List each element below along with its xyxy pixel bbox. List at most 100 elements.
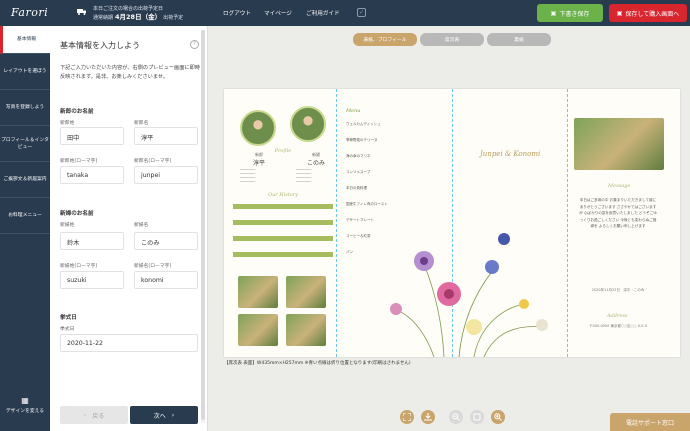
wedding-date-input[interactable]: 2020-11-22: [60, 334, 198, 352]
sidenav-item-greeting[interactable]: ご挨拶文＆新居案内: [0, 162, 50, 198]
message-text: 本日はご多用の中 お集まりいただきまして誠にありがとうございます ささやかではご…: [579, 198, 657, 229]
groom-last-label: 新郎姓: [60, 121, 75, 126]
history-bar: [233, 236, 333, 241]
zoom-in-icon: [494, 413, 502, 421]
menu-heading: Menu: [346, 108, 361, 114]
mypage-link[interactable]: マイページ: [264, 9, 292, 17]
menu-item: 本日の魚料理: [346, 186, 367, 190]
menu-item: デザートプレート: [346, 218, 374, 222]
tab-seating[interactable]: 席次表: [420, 33, 484, 46]
sidenav-item-photo[interactable]: 写真を登録しよう: [0, 90, 50, 126]
help-icon[interactable]: ?: [190, 40, 199, 49]
history-bar: [233, 220, 333, 225]
tab-cover-profile[interactable]: 表紙、プロフィール: [353, 33, 417, 46]
bride-photo: [290, 106, 326, 142]
notice-date: 4月28日（金）: [115, 13, 162, 21]
chevron-left-icon: ‹: [83, 411, 87, 419]
groom-last-roman-input[interactable]: tanaka: [60, 166, 124, 184]
guide-link[interactable]: ご利用ガイド: [306, 9, 340, 17]
download-button[interactable]: [421, 410, 435, 424]
message-heading: Message: [608, 183, 631, 189]
bride-last-label: 新婦姓: [60, 223, 75, 228]
change-design-button[interactable]: ▦ デザインを変える: [0, 396, 50, 431]
notice-prefix: 通常納期: [93, 15, 114, 21]
sidenav-item-menu[interactable]: お料理メニュー: [0, 198, 50, 234]
menu-item: ウェルカムディッシュ: [346, 122, 381, 126]
bride-name-preview: このみ: [306, 160, 325, 167]
groom-section-title: 新郎のお名前: [60, 109, 94, 115]
form-panel: 基本情報を入力しよう ? 下記ご入力いただいた内容が、右側のプレビュー画面に即時…: [50, 26, 208, 431]
download-icon: [424, 413, 432, 421]
date-section-title: 挙式日: [60, 315, 77, 321]
notice-suffix: 出荷予定: [163, 15, 184, 21]
notice-line1: 本日ご注文の場合の出荷予定日: [93, 6, 164, 12]
design-icon: ▦: [21, 396, 29, 405]
bride-first-roman-input[interactable]: konomi: [134, 271, 198, 289]
save-icon: ▣: [550, 9, 557, 17]
groom-photo: [240, 110, 276, 146]
groom-name-preview: 淳平: [252, 160, 265, 167]
check-icon[interactable]: ✓: [357, 8, 366, 17]
zoom-out-button[interactable]: [449, 410, 463, 424]
fit-screen-button[interactable]: [400, 410, 414, 424]
groom-first-roman-input[interactable]: junpei: [134, 166, 198, 184]
save-buy-label: 保存して購入画面へ: [625, 10, 680, 18]
address-text: 〒000-0000 東京都○○区○○ 0-0-0: [589, 324, 647, 328]
expand-icon: [403, 413, 411, 421]
groom-first-label: 新郎名: [134, 121, 149, 126]
bride-last-roman-label: 新婦姓(ローマ字): [60, 264, 98, 269]
phone-support-button[interactable]: 電話サポート窓口: [610, 413, 690, 431]
floral-illustration: [390, 233, 548, 357]
menu-item: コーヒー＆紅茶: [346, 234, 371, 238]
next-label: 次へ: [153, 412, 166, 420]
zoom-out-icon: [452, 413, 460, 421]
top-bar: Farori 本日ご注文の場合の出荷予定日 通常納期 4月28日（金） 出荷予定 ロ…: [0, 0, 690, 26]
menu-item: パン: [346, 250, 354, 254]
menu-item: 国産牛フィレ肉のロースト: [346, 202, 388, 206]
save-and-buy-button[interactable]: ▣ 保存して購入画面へ: [609, 4, 687, 22]
groom-profile-text: ──────── ──────── ──────── ────────: [240, 168, 256, 184]
sidenav-item-profile[interactable]: プロフィール＆インタビュー: [0, 126, 50, 162]
back-button[interactable]: ‹ 戻る: [60, 406, 128, 424]
save-draft-button[interactable]: ▣ 下書き保存: [537, 4, 603, 22]
preview-caption: 【席次表 表面】W435mm×H257mm ※青い点線は折り位置となります(印刷…: [224, 361, 411, 366]
address-heading: Address: [607, 313, 628, 319]
form-scrollbar[interactable]: [201, 30, 205, 420]
bride-last-input[interactable]: 鈴木: [60, 232, 124, 250]
logout-link[interactable]: ログアウト: [223, 9, 251, 17]
groom-last-input[interactable]: 田中: [60, 127, 124, 145]
menu-item: コンソメスープ: [346, 170, 371, 174]
side-nav: 基本情報 レイアウトを選ぼう 写真を登録しよう プロフィール＆インタビュー ご挨…: [0, 26, 50, 431]
sidenav-item-basic[interactable]: 基本情報: [0, 26, 50, 54]
photo-thumbnail: [238, 276, 278, 308]
bride-last-roman-input[interactable]: suzuki: [60, 271, 124, 289]
couple-photo: [574, 118, 664, 170]
groom-first-roman-label: 新郎名(ローマ字): [134, 159, 172, 164]
photo-thumbnail: [238, 314, 278, 346]
change-design-label: デザインを変える: [5, 409, 45, 414]
fold-line: [336, 89, 337, 357]
back-label: 戻る: [92, 412, 105, 420]
logo[interactable]: Farori: [11, 6, 48, 19]
groom-last-roman-label: 新郎姓(ローマ字): [60, 159, 98, 164]
chevron-right-icon: ›: [171, 411, 175, 419]
photo-thumbnail: [286, 276, 326, 308]
cart-icon: ▣: [616, 9, 623, 17]
bride-first-input[interactable]: このみ: [134, 232, 198, 250]
shipping-notice: 本日ご注文の場合の出荷予定日 通常納期 4月28日（金） 出荷予定: [93, 5, 183, 22]
message-date: 2020年11月22日 淳平・このみ: [591, 288, 645, 292]
history-bar: [233, 204, 333, 209]
save-draft-label: 下書き保存: [559, 10, 590, 18]
couple-name-script: Junpei & Konomi: [480, 150, 541, 158]
sidenav-item-layout[interactable]: レイアウトを選ぼう: [0, 54, 50, 90]
photo-thumbnail: [286, 314, 326, 346]
bride-first-label: 新婦名: [134, 223, 149, 228]
tab-back-page[interactable]: 裏紙: [487, 33, 551, 46]
groom-first-input[interactable]: 淳平: [134, 127, 198, 145]
zoom-in-button[interactable]: [491, 410, 505, 424]
zoom-reset-button[interactable]: [470, 410, 484, 424]
next-button[interactable]: 次へ ›: [130, 406, 198, 424]
history-bar: [233, 252, 333, 257]
bride-section-title: 新婦のお名前: [60, 211, 94, 217]
form-description: 下記ご入力いただいた内容が、右側のプレビュー画面に即時反映されます。是非、お楽し…: [60, 65, 200, 80]
